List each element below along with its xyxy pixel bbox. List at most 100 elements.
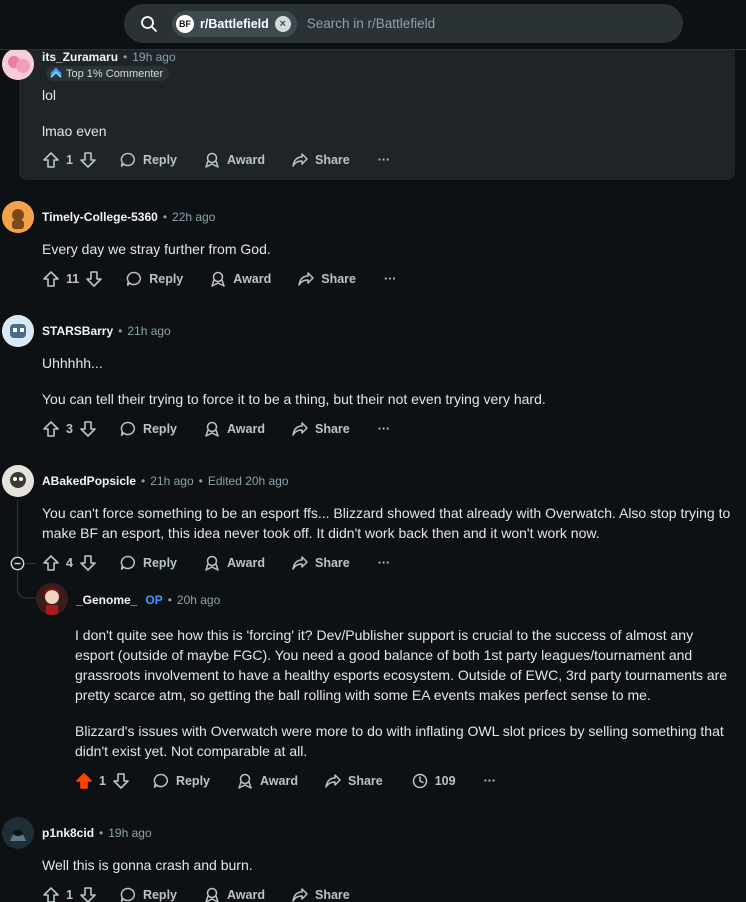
award-button[interactable]: Award (209, 270, 271, 288)
share-label: Share (314, 422, 350, 436)
share-label: Share (314, 556, 350, 570)
award-icon (209, 270, 227, 288)
upvote-icon-active[interactable] (75, 772, 93, 790)
award-button[interactable]: Award (203, 420, 265, 438)
comment-actions: 1 Reply Award Share 109 ··· (75, 769, 496, 793)
share-label: Share (314, 888, 350, 902)
avatar[interactable] (2, 315, 34, 347)
reply-icon (125, 270, 143, 288)
vote-count: 1 (99, 774, 106, 788)
edited-label: Edited 20h ago (207, 474, 289, 488)
share-label: Share (321, 272, 356, 286)
comment-paragraph: lmao even (42, 123, 107, 139)
reply-icon (119, 886, 137, 902)
comment-meta: its_Zuramaru • 19h ago (42, 50, 176, 64)
more-options-button[interactable]: ··· (384, 272, 397, 286)
avatar[interactable] (2, 201, 34, 233)
search-icon (140, 15, 158, 33)
community-chip-label: r/Battlefield (200, 16, 269, 31)
comment-paragraph: Every day we stray further from God. (42, 241, 271, 257)
share-button[interactable]: Share (291, 151, 350, 169)
vote-count: 1 (66, 153, 73, 167)
share-button[interactable]: Share (297, 270, 356, 288)
comment-paragraph: Blizzard's issues with Overwatch were mo… (75, 723, 724, 759)
comment-paragraph: Uhhhhh... (42, 355, 103, 371)
downvote-icon[interactable] (79, 420, 97, 438)
username[interactable]: its_Zuramaru (42, 50, 118, 64)
close-icon[interactable]: × (274, 15, 291, 32)
community-chip[interactable]: BF r/Battlefield × (172, 10, 297, 37)
upvote-icon[interactable] (42, 151, 60, 169)
upvote-icon[interactable] (42, 554, 60, 572)
reply-label: Reply (142, 556, 177, 570)
search-input[interactable] (306, 16, 607, 31)
comment-actions: 3 Reply Award Share ··· (42, 417, 390, 441)
reply-button[interactable]: Reply (119, 420, 177, 438)
avatar[interactable] (36, 583, 68, 615)
reply-button[interactable]: Reply (119, 151, 177, 169)
reply-button[interactable]: Reply (152, 772, 210, 790)
upvote-icon[interactable] (42, 270, 60, 288)
share-button[interactable]: Share (291, 554, 350, 572)
award-icon (236, 772, 254, 790)
comment-body: Well this is gonna crash and burn. (42, 855, 722, 875)
upvote-icon[interactable] (42, 886, 60, 902)
reply-label: Reply (149, 272, 184, 286)
more-options-button[interactable]: ··· (378, 556, 391, 570)
reply-button[interactable]: Reply (119, 886, 177, 902)
thread-line[interactable] (17, 500, 18, 555)
username[interactable]: STARSBarry (42, 324, 113, 338)
award-label: Award (260, 774, 298, 788)
share-button[interactable]: Share (291, 886, 350, 902)
reply-button[interactable]: Reply (119, 554, 177, 572)
timestamp: 19h ago (108, 826, 152, 840)
share-icon (291, 886, 309, 902)
downvote-icon[interactable] (85, 270, 103, 288)
share-label: Share (347, 774, 383, 788)
views-indicator[interactable]: 109 (411, 772, 456, 790)
comment-paragraph: I don't quite see how this is 'forcing' … (75, 627, 728, 703)
comment-body: You can't force something to be an espor… (42, 503, 732, 543)
reply-label: Reply (142, 153, 177, 167)
upvote-icon[interactable] (42, 420, 60, 438)
downvote-icon[interactable] (79, 554, 97, 572)
comment-actions: 1 Reply Award Share (42, 883, 350, 902)
comment-paragraph: You can tell their trying to force it to… (42, 391, 546, 407)
username[interactable]: Timely-College-5360 (42, 210, 158, 224)
avatar[interactable] (2, 817, 34, 849)
reply-label: Reply (142, 888, 177, 902)
award-icon (203, 151, 221, 169)
search-bar[interactable]: BF r/Battlefield × (124, 4, 683, 43)
avatar[interactable] (2, 48, 34, 80)
reply-button[interactable]: Reply (125, 270, 183, 288)
more-options-button[interactable]: ··· (378, 422, 391, 436)
share-button[interactable]: Share (324, 772, 383, 790)
award-button[interactable]: Award (203, 151, 265, 169)
award-icon (203, 886, 221, 902)
share-button[interactable]: Share (291, 420, 350, 438)
downvote-icon[interactable] (79, 886, 97, 902)
op-badge: OP (145, 593, 163, 607)
award-button[interactable]: Award (203, 886, 265, 902)
top-bar: BF r/Battlefield × (0, 0, 746, 50)
flair-label: Top 1% Commenter (66, 67, 164, 80)
downvote-icon[interactable] (79, 151, 97, 169)
username[interactable]: ABakedPopsicle (42, 474, 136, 488)
timestamp: 22h ago (172, 210, 216, 224)
username[interactable]: p1nk8cid (42, 826, 94, 840)
share-icon (291, 420, 309, 438)
reply-icon (119, 151, 137, 169)
award-icon (203, 554, 221, 572)
user-flair: Top 1% Commenter (46, 66, 170, 81)
views-icon (411, 772, 429, 790)
avatar[interactable] (2, 465, 34, 497)
award-button[interactable]: Award (203, 554, 265, 572)
more-options-button[interactable]: ··· (378, 153, 391, 167)
username[interactable]: _Genome_ (76, 593, 137, 607)
reply-label: Reply (142, 422, 177, 436)
comment-meta: Timely-College-5360 • 22h ago (42, 210, 216, 224)
award-button[interactable]: Award (236, 772, 298, 790)
downvote-icon[interactable] (112, 772, 130, 790)
award-label: Award (227, 153, 265, 167)
more-options-button[interactable]: ··· (484, 774, 497, 788)
